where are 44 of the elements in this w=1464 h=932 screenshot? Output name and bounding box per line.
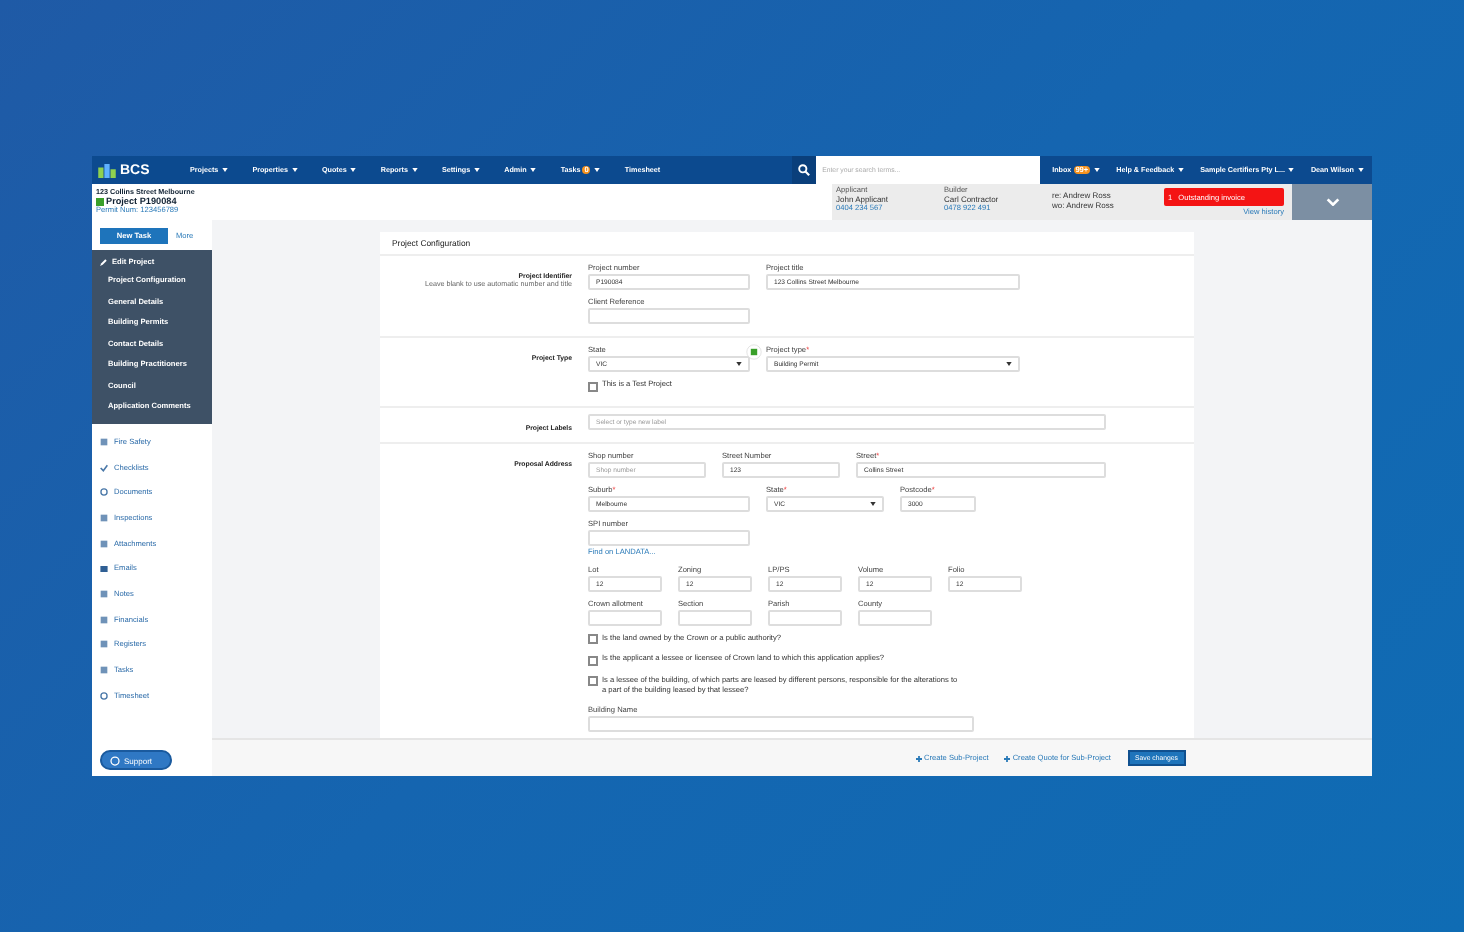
caret-icon (1178, 168, 1185, 172)
caret-icon (222, 168, 229, 172)
input-field[interactable] (858, 609, 932, 625)
caret-icon (870, 501, 876, 505)
square-icon (100, 640, 108, 649)
caret-icon (594, 168, 601, 172)
help-circle-icon (110, 755, 120, 765)
circle-icon (100, 691, 108, 700)
square-icon (100, 513, 108, 522)
circle-icon (100, 488, 108, 497)
square-icon (100, 666, 108, 675)
caret-icon (530, 168, 537, 172)
checkbox[interactable] (588, 655, 598, 665)
search-button[interactable] (792, 156, 817, 184)
square-icon (100, 589, 108, 598)
buildings-logo-icon (98, 163, 116, 177)
caret-icon (1006, 362, 1012, 366)
caret-icon (411, 168, 418, 172)
input-field[interactable] (588, 715, 974, 731)
caret-icon (350, 168, 357, 172)
input-field[interactable] (768, 609, 842, 625)
caret-icon (1288, 168, 1295, 172)
input-field[interactable] (588, 609, 662, 625)
checkbox[interactable] (588, 634, 598, 644)
chevron-down-icon (1325, 198, 1339, 206)
expand-button[interactable] (1292, 184, 1372, 220)
search-icon (798, 164, 811, 176)
check-icon (100, 463, 108, 472)
caret-icon (474, 168, 481, 172)
caret-icon (291, 168, 298, 172)
caret-icon (1094, 168, 1101, 172)
input-field[interactable] (678, 609, 752, 625)
checkbox[interactable] (588, 676, 598, 686)
plus-icon (1004, 755, 1011, 761)
checkbox[interactable] (588, 381, 598, 391)
input-field[interactable] (588, 308, 750, 324)
caret-icon (736, 362, 742, 366)
caret-icon (1358, 168, 1364, 172)
plus-icon (916, 755, 923, 761)
input-field[interactable] (588, 529, 750, 545)
square-icon (100, 539, 108, 548)
pencil-icon (100, 258, 108, 266)
square-icon (100, 437, 108, 446)
square-icon (100, 615, 108, 624)
